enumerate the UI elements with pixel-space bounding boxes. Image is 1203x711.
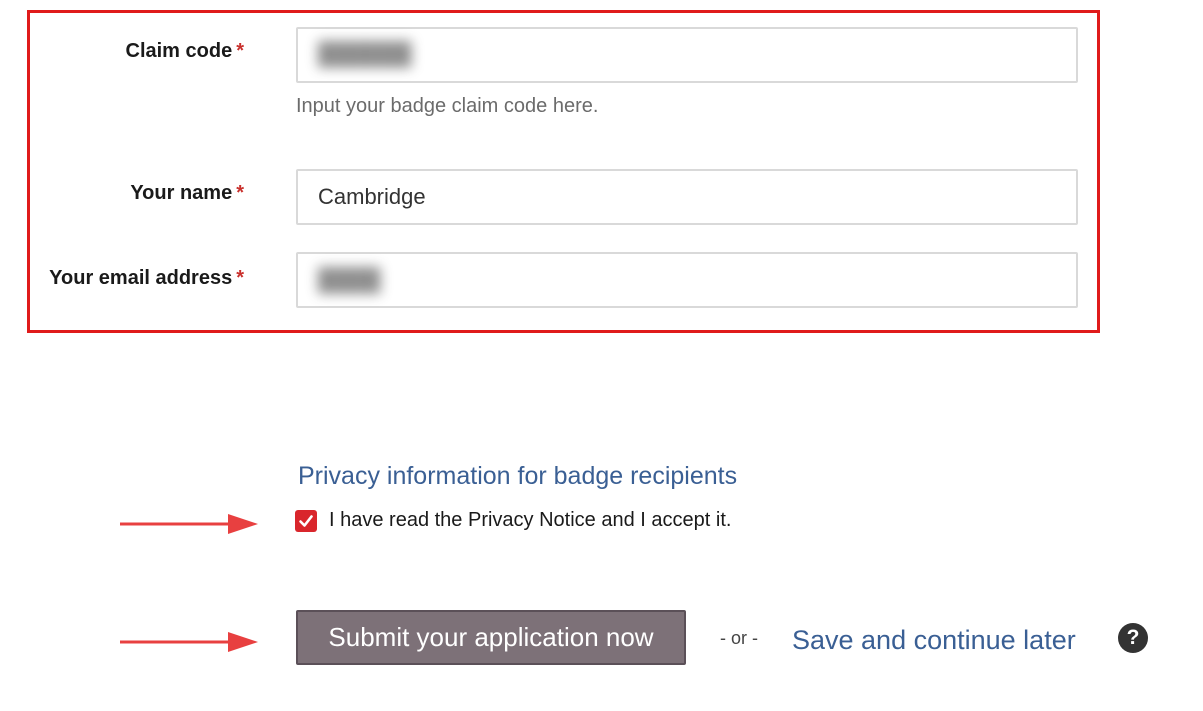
required-marker: * xyxy=(236,40,244,62)
arrow-right-icon xyxy=(120,632,258,652)
help-question-icon[interactable]: ? xyxy=(1118,623,1148,653)
required-marker: * xyxy=(236,267,244,289)
required-marker: * xyxy=(236,182,244,204)
email-label: Your email address * xyxy=(49,267,244,290)
checkmark-icon xyxy=(299,514,313,527)
claim-code-label-text: Claim code xyxy=(125,40,233,62)
privacy-accept-checkbox[interactable] xyxy=(295,509,317,532)
email-input[interactable] xyxy=(296,252,1078,308)
or-separator: - or - xyxy=(720,628,758,648)
claim-code-label: Claim code * xyxy=(126,40,245,63)
name-label-text: Your name xyxy=(130,182,233,204)
claim-code-input[interactable] xyxy=(296,27,1078,83)
arrow-right-icon xyxy=(120,514,258,534)
email-label-text: Your email address xyxy=(49,267,233,289)
submit-application-button[interactable]: Submit your application now xyxy=(296,610,686,665)
claim-code-help-text: Input your badge claim code here. xyxy=(296,95,599,117)
badge-claim-form-page: Claim code * ██████ Input your badge clai… xyxy=(0,0,1203,711)
privacy-accept-row[interactable]: I have read the Privacy Notice and I acc… xyxy=(295,509,731,532)
privacy-accept-label[interactable]: I have read the Privacy Notice and I acc… xyxy=(329,509,731,532)
save-continue-later-link[interactable]: Save and continue later xyxy=(792,625,1076,656)
name-input[interactable] xyxy=(296,169,1078,225)
name-label: Your name * xyxy=(130,182,244,205)
privacy-information-link[interactable]: Privacy information for badge recipients xyxy=(298,462,737,491)
